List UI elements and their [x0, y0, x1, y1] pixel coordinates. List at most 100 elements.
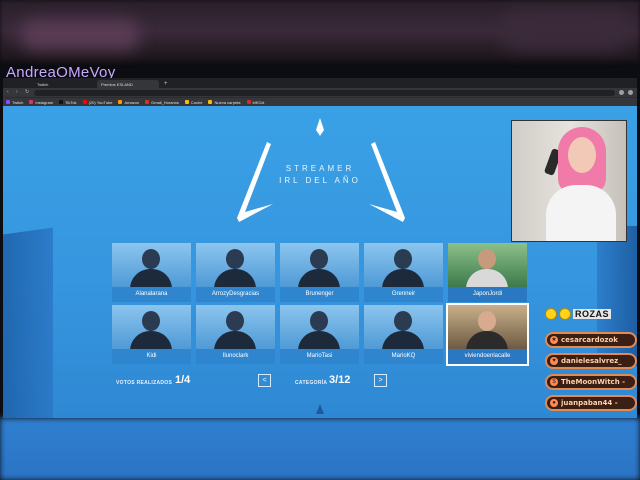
chat-message — [4, 128, 104, 136]
supporter-badge: ♥ danielesalvrez_ — [545, 353, 637, 369]
reload-icon[interactable]: ↻ — [25, 90, 30, 95]
candidate-grid: Alanalarana ArrozyDesgracias Brunenger G… — [112, 243, 530, 366]
candidate-name: ArrozyDesgracias — [196, 287, 275, 302]
candidate-photo — [112, 305, 191, 349]
candidate-photo — [112, 243, 191, 287]
candidate-body — [382, 269, 424, 287]
new-tab-button[interactable]: + — [161, 80, 171, 88]
bookmark-item[interactable]: Twitch — [6, 100, 23, 105]
candidate-head — [142, 311, 160, 331]
chat-message — [4, 152, 104, 160]
bookmark-icon — [82, 100, 87, 104]
votes-label: VOTOS REALIZADOS — [116, 380, 173, 386]
candidate-head — [394, 311, 412, 331]
extension-icon[interactable] — [619, 90, 624, 95]
candidate-photo — [364, 305, 443, 349]
sponsor-name: ROZAS — [573, 309, 611, 319]
stream-scene: AndreaOMeVoy Twitch Premios ESLAND + ‹ ›… — [0, 0, 640, 480]
candidate-name: MarioTasi — [280, 349, 359, 364]
supporter-name: danielesalvrez_ — [561, 357, 622, 365]
recent-supporters: ★ cesarcardozok ♥ danielesalvrez_ $ TheM… — [545, 332, 637, 416]
candidate-photo — [280, 305, 359, 349]
chat-message — [4, 160, 104, 168]
candidate-card[interactable]: MarioTasi — [280, 305, 359, 364]
tab-bar: Twitch Premios ESLAND + — [3, 78, 637, 88]
candidate-photo — [448, 243, 527, 287]
candidate-body — [466, 269, 508, 287]
bookmark-icon — [118, 100, 123, 104]
url-field[interactable] — [34, 89, 615, 96]
bookmark-item[interactable]: Nueva carpeta — [208, 100, 241, 105]
previous-category-button[interactable]: < — [258, 374, 271, 387]
chat-overlay — [4, 128, 104, 184]
streamer-torso — [546, 185, 616, 241]
blurred-shape — [20, 20, 140, 50]
tab-premios-esland[interactable]: Premios ESLAND — [97, 80, 159, 88]
bookmark-item[interactable]: TikTok — [59, 100, 77, 105]
supporter-name: juanpaban44 - — [561, 399, 618, 407]
supporter-badge: $ TheMoonWitch - — [545, 374, 637, 390]
blurred-background-bottom — [0, 418, 640, 480]
candidate-body — [466, 331, 508, 349]
candidate-name: Brunenger — [280, 287, 359, 302]
candidate-card[interactable]: Grenneir — [364, 243, 443, 302]
smiley-icon — [559, 308, 571, 320]
candidate-card[interactable]: Kidi — [112, 305, 191, 364]
chat-message — [4, 176, 104, 184]
candidate-card[interactable]: ArrozyDesgracias — [196, 243, 275, 302]
dollar-icon: $ — [550, 378, 558, 386]
votes-counter: 1/4 — [175, 374, 191, 386]
profile-icon[interactable] — [628, 90, 633, 95]
tab-twitch[interactable]: Twitch — [33, 80, 95, 88]
bookmark-icon — [6, 100, 10, 104]
candidate-photo — [364, 243, 443, 287]
candidate-card[interactable]: MarioKQ — [364, 305, 443, 364]
chat-message — [4, 168, 104, 176]
chat-message — [4, 136, 104, 144]
candidate-card[interactable]: Ilunoclark — [196, 305, 275, 364]
candidate-card[interactable]: Alanalarana — [112, 243, 191, 302]
candidate-body — [382, 331, 424, 349]
candidate-card[interactable]: Brunenger — [280, 243, 359, 302]
bookmark-icon — [246, 100, 251, 104]
bookmark-item[interactable]: Instagram — [29, 100, 53, 105]
candidate-card-selected[interactable]: viviendoenlacalle — [446, 303, 529, 366]
candidate-body — [298, 331, 340, 349]
top-chevron-icon — [316, 118, 324, 136]
category-counter: 3/12 — [329, 374, 351, 386]
candidate-head — [310, 311, 328, 331]
candidate-body — [130, 331, 172, 349]
bookmark-icon — [29, 100, 34, 104]
candidate-card[interactable]: JaponJordi — [448, 243, 527, 302]
bookmark-item[interactable]: Gmail_Horarios — [145, 100, 179, 105]
candidate-head — [478, 311, 496, 331]
folder-icon — [184, 100, 189, 104]
bookmark-item[interactable]: Amazon — [118, 100, 139, 105]
candidate-head — [478, 249, 496, 269]
address-bar: ‹ › ↻ — [3, 88, 637, 97]
smiley-icon — [545, 308, 557, 320]
candidate-name: Ilunoclark — [196, 349, 275, 364]
bookmark-item[interactable]: Coche — [184, 100, 202, 105]
blurred-shape — [500, 10, 630, 50]
candidate-body — [298, 269, 340, 287]
decorative-pillar — [3, 227, 53, 418]
candidate-name: MarioKQ — [364, 349, 443, 364]
bookmark-item[interactable]: MEGA — [246, 100, 264, 105]
chat-message — [4, 144, 104, 152]
category-label: CATEGORÍA — [295, 380, 328, 386]
candidate-name: Alanalarana — [112, 287, 191, 302]
candidate-name: Kidi — [112, 349, 191, 364]
candidate-body — [130, 269, 172, 287]
back-icon[interactable]: ‹ — [7, 90, 12, 95]
bookmark-item[interactable]: (20) YouTube — [82, 100, 112, 105]
candidate-head — [310, 249, 328, 269]
supporter-name: cesarcardozok — [561, 336, 618, 344]
candidate-photo — [196, 305, 275, 349]
forward-icon[interactable]: › — [16, 90, 21, 95]
next-category-button[interactable]: > — [374, 374, 387, 387]
bookmark-icon — [145, 100, 150, 104]
supporter-name: TheMoonWitch - — [561, 378, 626, 386]
candidate-body — [214, 331, 256, 349]
candidate-name: JaponJordi — [448, 287, 527, 302]
